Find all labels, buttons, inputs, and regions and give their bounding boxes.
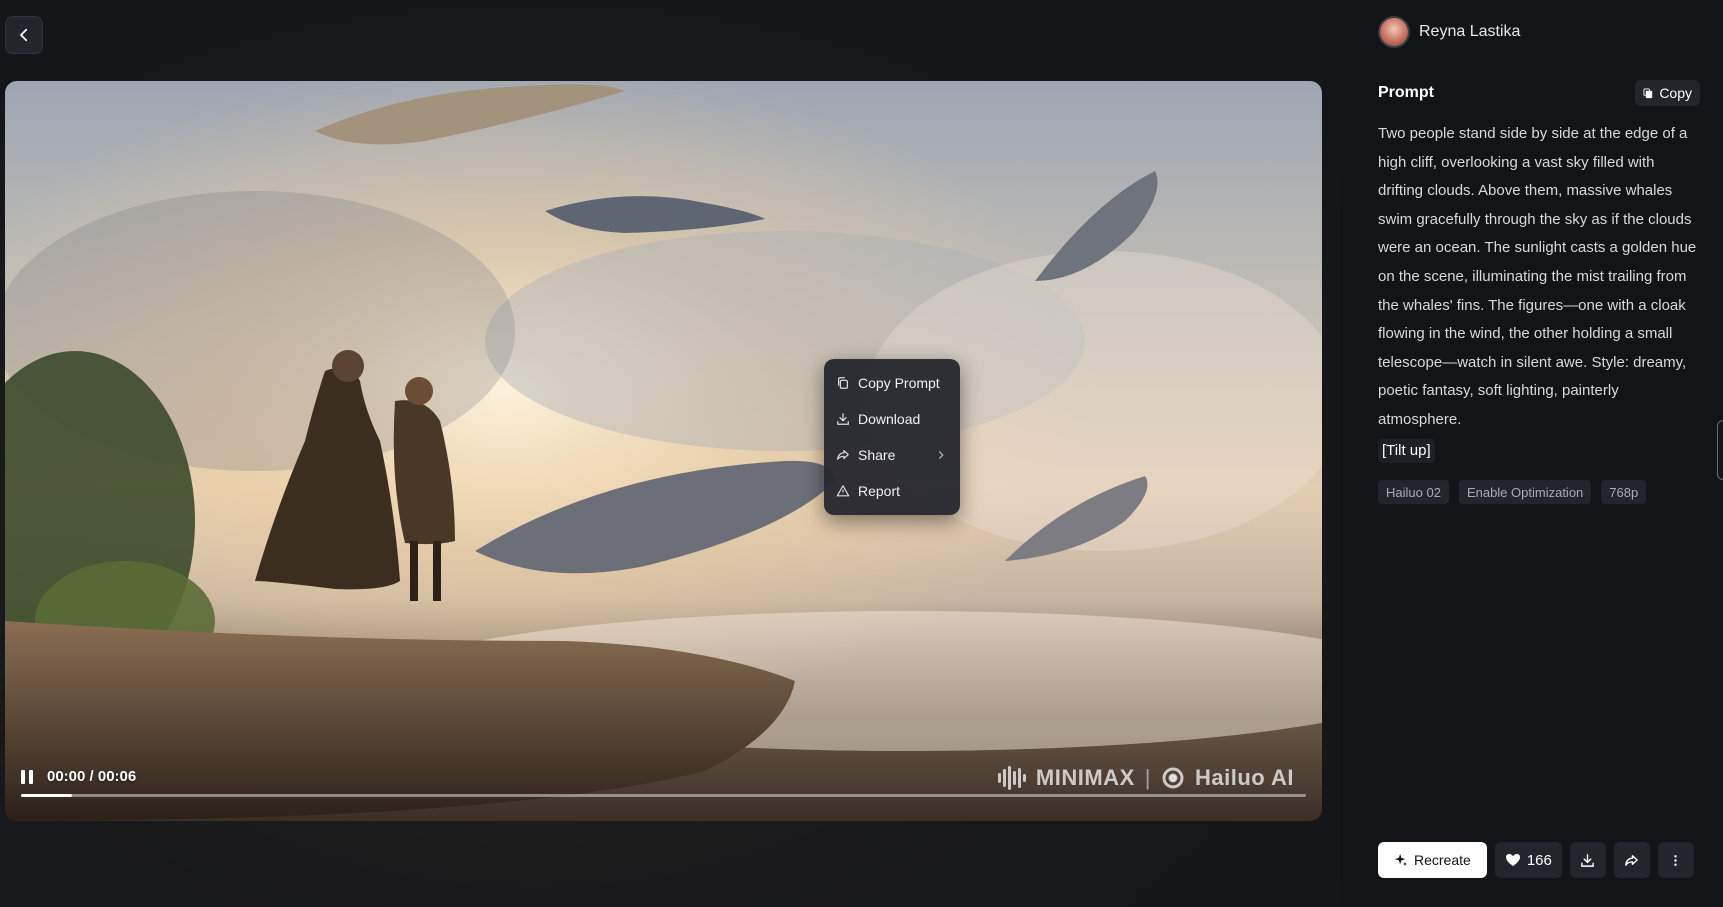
share-button[interactable] [1613,842,1650,878]
recreate-label: Recreate [1414,852,1471,868]
hailuo-logo-icon [1162,767,1184,789]
heart-icon [1505,854,1520,866]
menu-item-label: Copy Prompt [858,375,940,391]
menu-item-label: Report [858,483,901,499]
menu-item-label: Share [858,447,896,463]
timecode: 00:00 / 00:06 [47,768,137,785]
sparkle-icon [1394,853,1408,867]
playback-controls: 00:00 / 00:06 [21,768,136,785]
share-icon [837,450,849,460]
prompt-text: Two people stand side by side at the edg… [1378,125,1697,428]
video-frame [5,81,1322,821]
context-menu: Copy Prompt Download Share Report [824,359,960,515]
menu-item-label: Download [858,411,921,427]
prompt-text-block: Two people stand side by side at the edg… [1378,120,1700,465]
recreate-button[interactable]: Recreate [1378,842,1487,878]
prompt-header: Prompt Copy [1378,80,1700,106]
progress-bar[interactable] [21,794,1306,797]
copy-icon [1643,87,1653,98]
watermark-brand: MINIMAX [1035,765,1135,790]
download-icon [837,413,849,425]
download-icon [1581,853,1595,867]
download-button[interactable] [1569,842,1606,878]
menu-item-report[interactable]: Report [824,473,960,509]
copy-icon [838,377,848,389]
watermark: MINIMAX | Hailuo AI [997,765,1294,791]
chevron-left-icon [20,28,28,42]
menu-item-download[interactable]: Download [824,401,960,437]
generation-tags: Hailuo 02 Enable Optimization 768p [1378,480,1647,504]
progress-fill [21,794,73,797]
camera-movement-tag: [Tilt up] [1378,438,1435,463]
details-panel: Reyna Lastika Prompt Copy Two people sta… [1378,0,1700,907]
warning-icon [836,485,850,497]
minimax-logo-icon [997,766,1026,790]
copy-button-label: Copy [1659,85,1692,101]
more-vertical-icon [1674,854,1678,866]
more-options-button[interactable] [1657,842,1694,878]
avatar[interactable] [1378,16,1410,48]
action-bar: Recreate 166 [1378,842,1694,878]
username[interactable]: Reyna Lastika [1419,23,1520,41]
like-count: 166 [1526,851,1552,869]
back-button[interactable] [5,16,43,54]
user-info[interactable]: Reyna Lastika [1378,16,1520,48]
tag-optimization: Enable Optimization [1458,480,1592,504]
tag-resolution: 768p [1601,480,1647,504]
watermark-separator: | [1144,765,1151,790]
watermark-product: Hailuo AI [1194,765,1294,790]
chevron-right-icon [938,451,944,459]
menu-item-copy-prompt[interactable]: Copy Prompt [824,365,960,401]
side-scroll-handle[interactable] [1717,420,1723,480]
share-icon [1625,854,1639,866]
prompt-title: Prompt [1378,84,1434,101]
pause-icon[interactable] [21,769,35,784]
tag-model: Hailuo 02 [1378,480,1449,504]
copy-button[interactable]: Copy [1635,80,1700,106]
like-button[interactable]: 166 [1494,842,1562,878]
menu-item-share[interactable]: Share [824,437,960,473]
video-player[interactable]: 00:00 / 00:06 MINIMAX | Hailuo AI [5,81,1322,821]
